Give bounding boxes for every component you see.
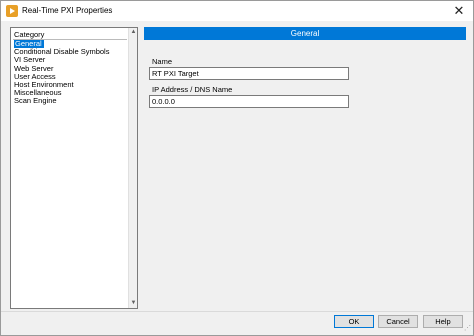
window-title: Real-Time PXI Properties — [22, 6, 113, 15]
ip-address-input[interactable] — [149, 95, 349, 108]
section-header-general: General — [144, 27, 466, 40]
category-item-scan-engine[interactable]: Scan Engine — [13, 97, 127, 105]
category-scrollbar[interactable]: ▲ ▼ — [128, 28, 137, 308]
footer-divider — [1, 311, 473, 312]
name-input[interactable] — [149, 67, 349, 80]
labview-icon — [6, 5, 18, 17]
ok-button[interactable]: OK — [334, 315, 374, 328]
category-list: General Conditional Disable Symbols VI S… — [13, 39, 127, 106]
cancel-button[interactable]: Cancel — [378, 315, 418, 328]
ip-address-label: IP Address / DNS Name — [152, 85, 233, 94]
category-list-panel: Category General Conditional Disable Sym… — [10, 27, 138, 309]
name-label: Name — [152, 57, 173, 66]
resize-grip-icon[interactable]: ⋰ — [463, 325, 471, 333]
arrow-down-icon[interactable]: ▼ — [129, 299, 138, 308]
properties-dialog: Real-Time PXI Properties ✕ Category Gene… — [0, 0, 474, 336]
arrow-up-icon[interactable]: ▲ — [129, 28, 138, 37]
help-button[interactable]: Help — [423, 315, 463, 328]
title-bar[interactable]: Real-Time PXI Properties ✕ — [1, 1, 473, 21]
close-icon[interactable]: ✕ — [451, 3, 467, 19]
